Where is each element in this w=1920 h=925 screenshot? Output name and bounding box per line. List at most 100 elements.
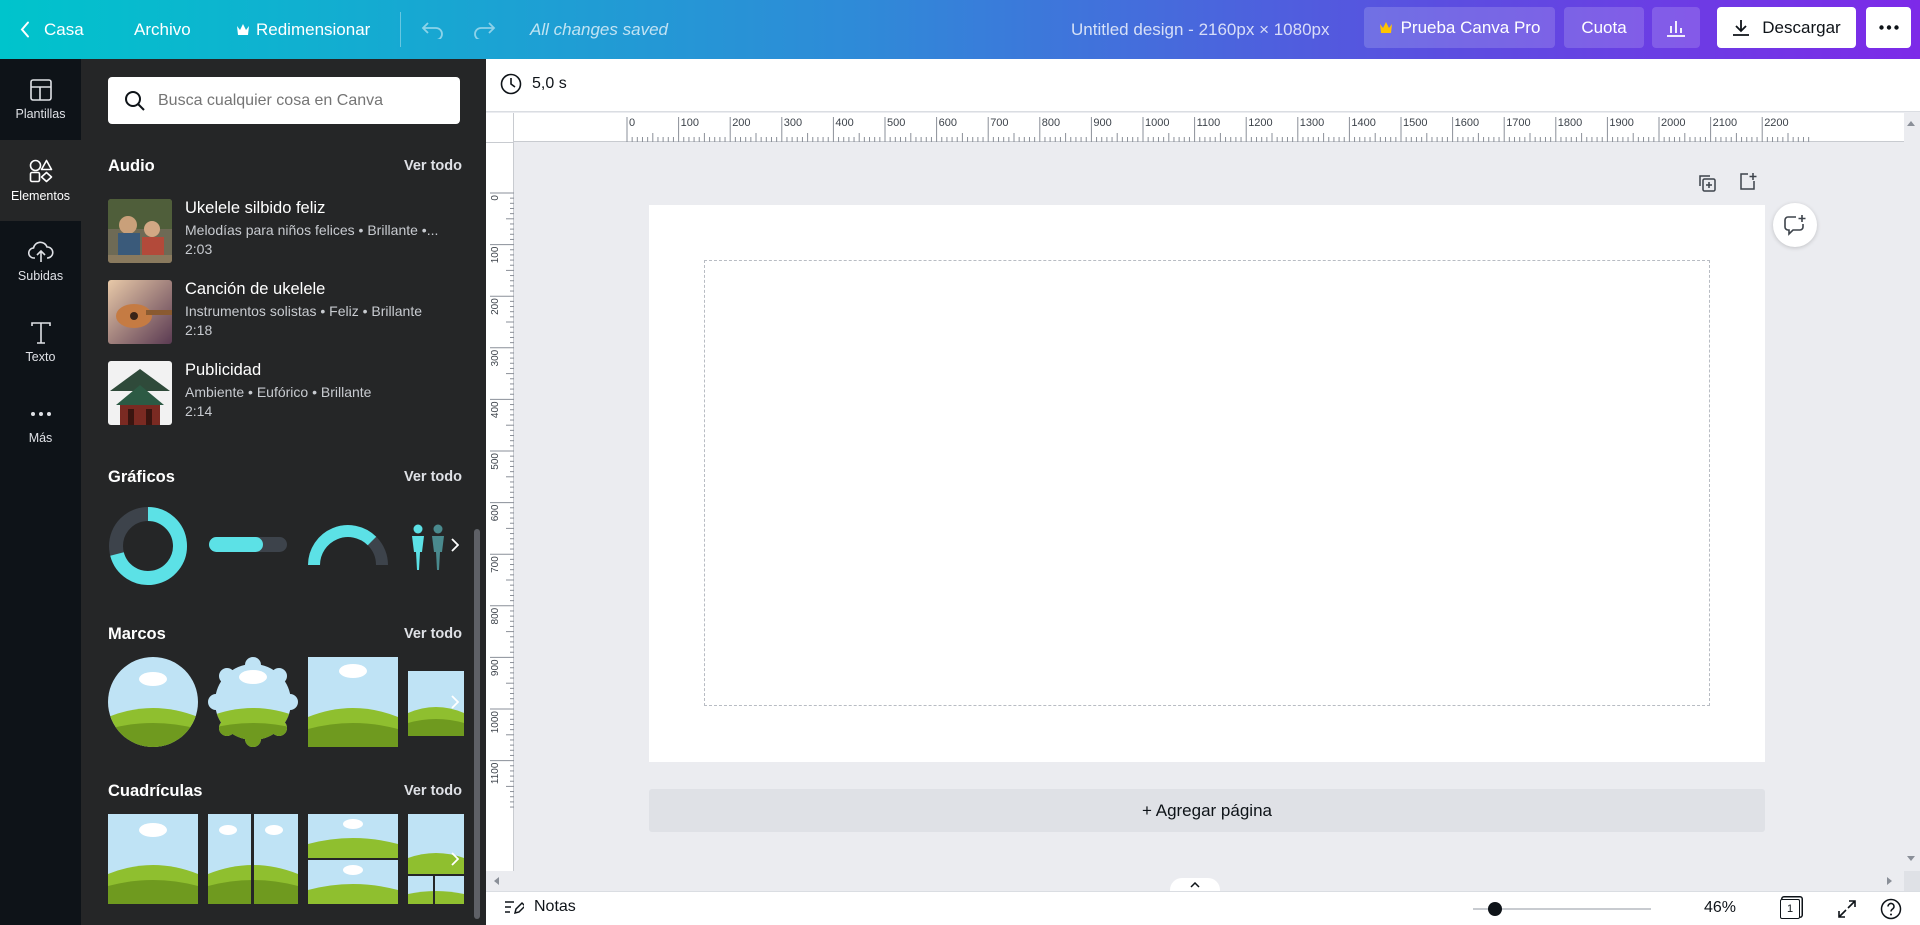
two-row-grid[interactable] bbox=[308, 814, 398, 904]
scroll-down-arrow[interactable] bbox=[1906, 855, 1916, 863]
ruler-v-label: 800 bbox=[490, 607, 501, 624]
redo-button[interactable] bbox=[472, 0, 496, 59]
track-thumbnail bbox=[108, 280, 172, 344]
home-button[interactable]: Casa bbox=[20, 0, 84, 59]
audio-track[interactable]: Canción de ukelele Instrumentos solistas… bbox=[108, 280, 463, 346]
ruler-h-label: 1400 bbox=[1351, 117, 1375, 129]
ruler-h-label: 600 bbox=[939, 117, 957, 129]
ruler-v-label: 1100 bbox=[490, 762, 501, 784]
zoom-slider[interactable] bbox=[1473, 902, 1651, 916]
duplicate-page-button[interactable] bbox=[1697, 173, 1717, 193]
ruler-h-label: 2200 bbox=[1764, 117, 1788, 129]
frames-section-title: Marcos bbox=[108, 625, 166, 643]
track-title: Ukelele silbido feliz bbox=[185, 199, 326, 217]
rail-item-more[interactable]: Más bbox=[0, 383, 81, 464]
search-box[interactable] bbox=[108, 77, 460, 124]
rail-item-text[interactable]: Texto bbox=[0, 302, 81, 383]
search-icon bbox=[124, 90, 146, 112]
clock-icon bbox=[500, 73, 522, 95]
circle-frame[interactable] bbox=[108, 657, 198, 747]
gauge-graphic[interactable] bbox=[308, 517, 388, 567]
notes-button[interactable]: Notas bbox=[504, 898, 576, 916]
elements-icon bbox=[29, 159, 53, 183]
search-input[interactable] bbox=[158, 91, 448, 110]
frames-see-all-link[interactable]: Ver todo bbox=[404, 626, 462, 642]
rail-item-templates[interactable]: Plantillas bbox=[0, 59, 81, 140]
add-page-icon-button[interactable] bbox=[1738, 172, 1758, 192]
grids-section-title: Cuadrículas bbox=[108, 782, 203, 800]
elements-panel: Audio Ver todo Ukelele silbido feliz Mel… bbox=[81, 59, 486, 925]
upload-cloud-icon bbox=[27, 241, 54, 263]
toolbar-divider bbox=[400, 12, 401, 47]
single-grid[interactable] bbox=[108, 814, 198, 904]
undo-button[interactable] bbox=[421, 0, 445, 59]
scalloped-frame[interactable] bbox=[208, 657, 298, 747]
chevron-right-icon bbox=[451, 695, 459, 709]
ruler-h-label: 1200 bbox=[1248, 117, 1272, 129]
donut-chart-graphic[interactable] bbox=[108, 506, 188, 586]
ruler-h-label: 1900 bbox=[1609, 117, 1633, 129]
crown-icon bbox=[1379, 21, 1393, 34]
design-title[interactable]: Untitled design - 2160px × 1080px bbox=[1071, 0, 1330, 59]
try-pro-button[interactable]: Prueba Canva Pro bbox=[1364, 7, 1555, 48]
zoom-level[interactable]: 46% bbox=[1704, 899, 1736, 917]
resize-button[interactable]: Redimensionar bbox=[236, 0, 370, 59]
chevron-up-icon bbox=[1190, 882, 1200, 888]
ruler-h-label: 200 bbox=[732, 117, 750, 129]
fullscreen-button[interactable] bbox=[1837, 899, 1857, 919]
grids-see-all-link[interactable]: Ver todo bbox=[404, 783, 462, 799]
ruler-v-label: 500 bbox=[490, 453, 501, 470]
two-column-grid[interactable] bbox=[208, 814, 298, 904]
file-menu-button[interactable]: Archivo bbox=[134, 0, 191, 59]
ruler-h-label: 300 bbox=[784, 117, 802, 129]
add-comment-button[interactable] bbox=[1773, 203, 1817, 247]
comment-plus-icon bbox=[1783, 214, 1807, 236]
expand-pages-tab[interactable] bbox=[1170, 878, 1220, 892]
duration-button[interactable]: 5,0 s bbox=[500, 73, 567, 95]
square-frame[interactable] bbox=[308, 657, 398, 747]
scroll-up-arrow[interactable] bbox=[1906, 119, 1916, 127]
graphics-see-all-link[interactable]: Ver todo bbox=[404, 469, 462, 485]
expand-icon bbox=[1837, 899, 1857, 919]
graphics-scroll-right-button[interactable] bbox=[444, 534, 466, 556]
notes-label: Notas bbox=[534, 898, 576, 915]
scroll-right-arrow[interactable] bbox=[1886, 876, 1894, 886]
progress-bar-graphic[interactable] bbox=[208, 533, 288, 557]
ruler-h-label: 1500 bbox=[1403, 117, 1427, 129]
panel-scrollbar[interactable] bbox=[474, 529, 480, 919]
help-button[interactable] bbox=[1880, 898, 1902, 920]
design-page[interactable] bbox=[649, 205, 1765, 762]
audio-see-all-link[interactable]: Ver todo bbox=[404, 158, 462, 174]
insights-button[interactable] bbox=[1652, 7, 1700, 48]
ruler-h-label: 0 bbox=[629, 117, 635, 129]
undo-icon bbox=[421, 21, 445, 39]
ruler-h-label: 700 bbox=[990, 117, 1008, 129]
zoom-slider-thumb[interactable] bbox=[1488, 902, 1503, 916]
add-page-button[interactable]: + Agregar página bbox=[649, 789, 1765, 832]
more-options-button[interactable] bbox=[1866, 7, 1911, 48]
track-title: Canción de ukelele bbox=[185, 280, 326, 298]
audio-track[interactable]: Publicidad Ambiente • Eufórico • Brillan… bbox=[108, 361, 463, 427]
safe-area-guide bbox=[704, 260, 1710, 706]
quota-button[interactable]: Cuota bbox=[1564, 7, 1644, 48]
text-icon bbox=[30, 321, 51, 344]
track-duration: 2:03 bbox=[185, 241, 213, 257]
track-tags: Instrumentos solistas • Feliz • Brillant… bbox=[185, 303, 422, 319]
pages-icon: 1 bbox=[1780, 899, 1800, 919]
audio-track[interactable]: Ukelele silbido feliz Melodías para niño… bbox=[108, 199, 463, 265]
rail-label-templates: Plantillas bbox=[15, 106, 66, 121]
page-count-button[interactable]: 1 bbox=[1780, 899, 1800, 919]
frames-scroll-right-button[interactable] bbox=[444, 691, 466, 713]
save-status: All changes saved bbox=[530, 0, 668, 59]
grids-scroll-right-button[interactable] bbox=[444, 848, 466, 870]
vertical-ruler: 0 100 200 300 400 500 600 700 800 900 1000 1100 bbox=[486, 143, 514, 871]
rail-item-elements[interactable]: Elementos bbox=[0, 140, 81, 221]
ruler-h-label: 2000 bbox=[1661, 117, 1685, 129]
download-button[interactable]: Descargar bbox=[1717, 7, 1856, 48]
rail-label-text: Texto bbox=[25, 349, 56, 364]
chevron-right-icon bbox=[451, 538, 459, 552]
horizontal-ruler: 0 100 200 300 400 500 600 700 800 900 1000 1100 1200… bbox=[514, 113, 1904, 142]
scroll-left-arrow[interactable] bbox=[492, 876, 500, 886]
ruler-v-label: 600 bbox=[490, 504, 501, 521]
rail-item-uploads[interactable]: Subidas bbox=[0, 221, 81, 302]
